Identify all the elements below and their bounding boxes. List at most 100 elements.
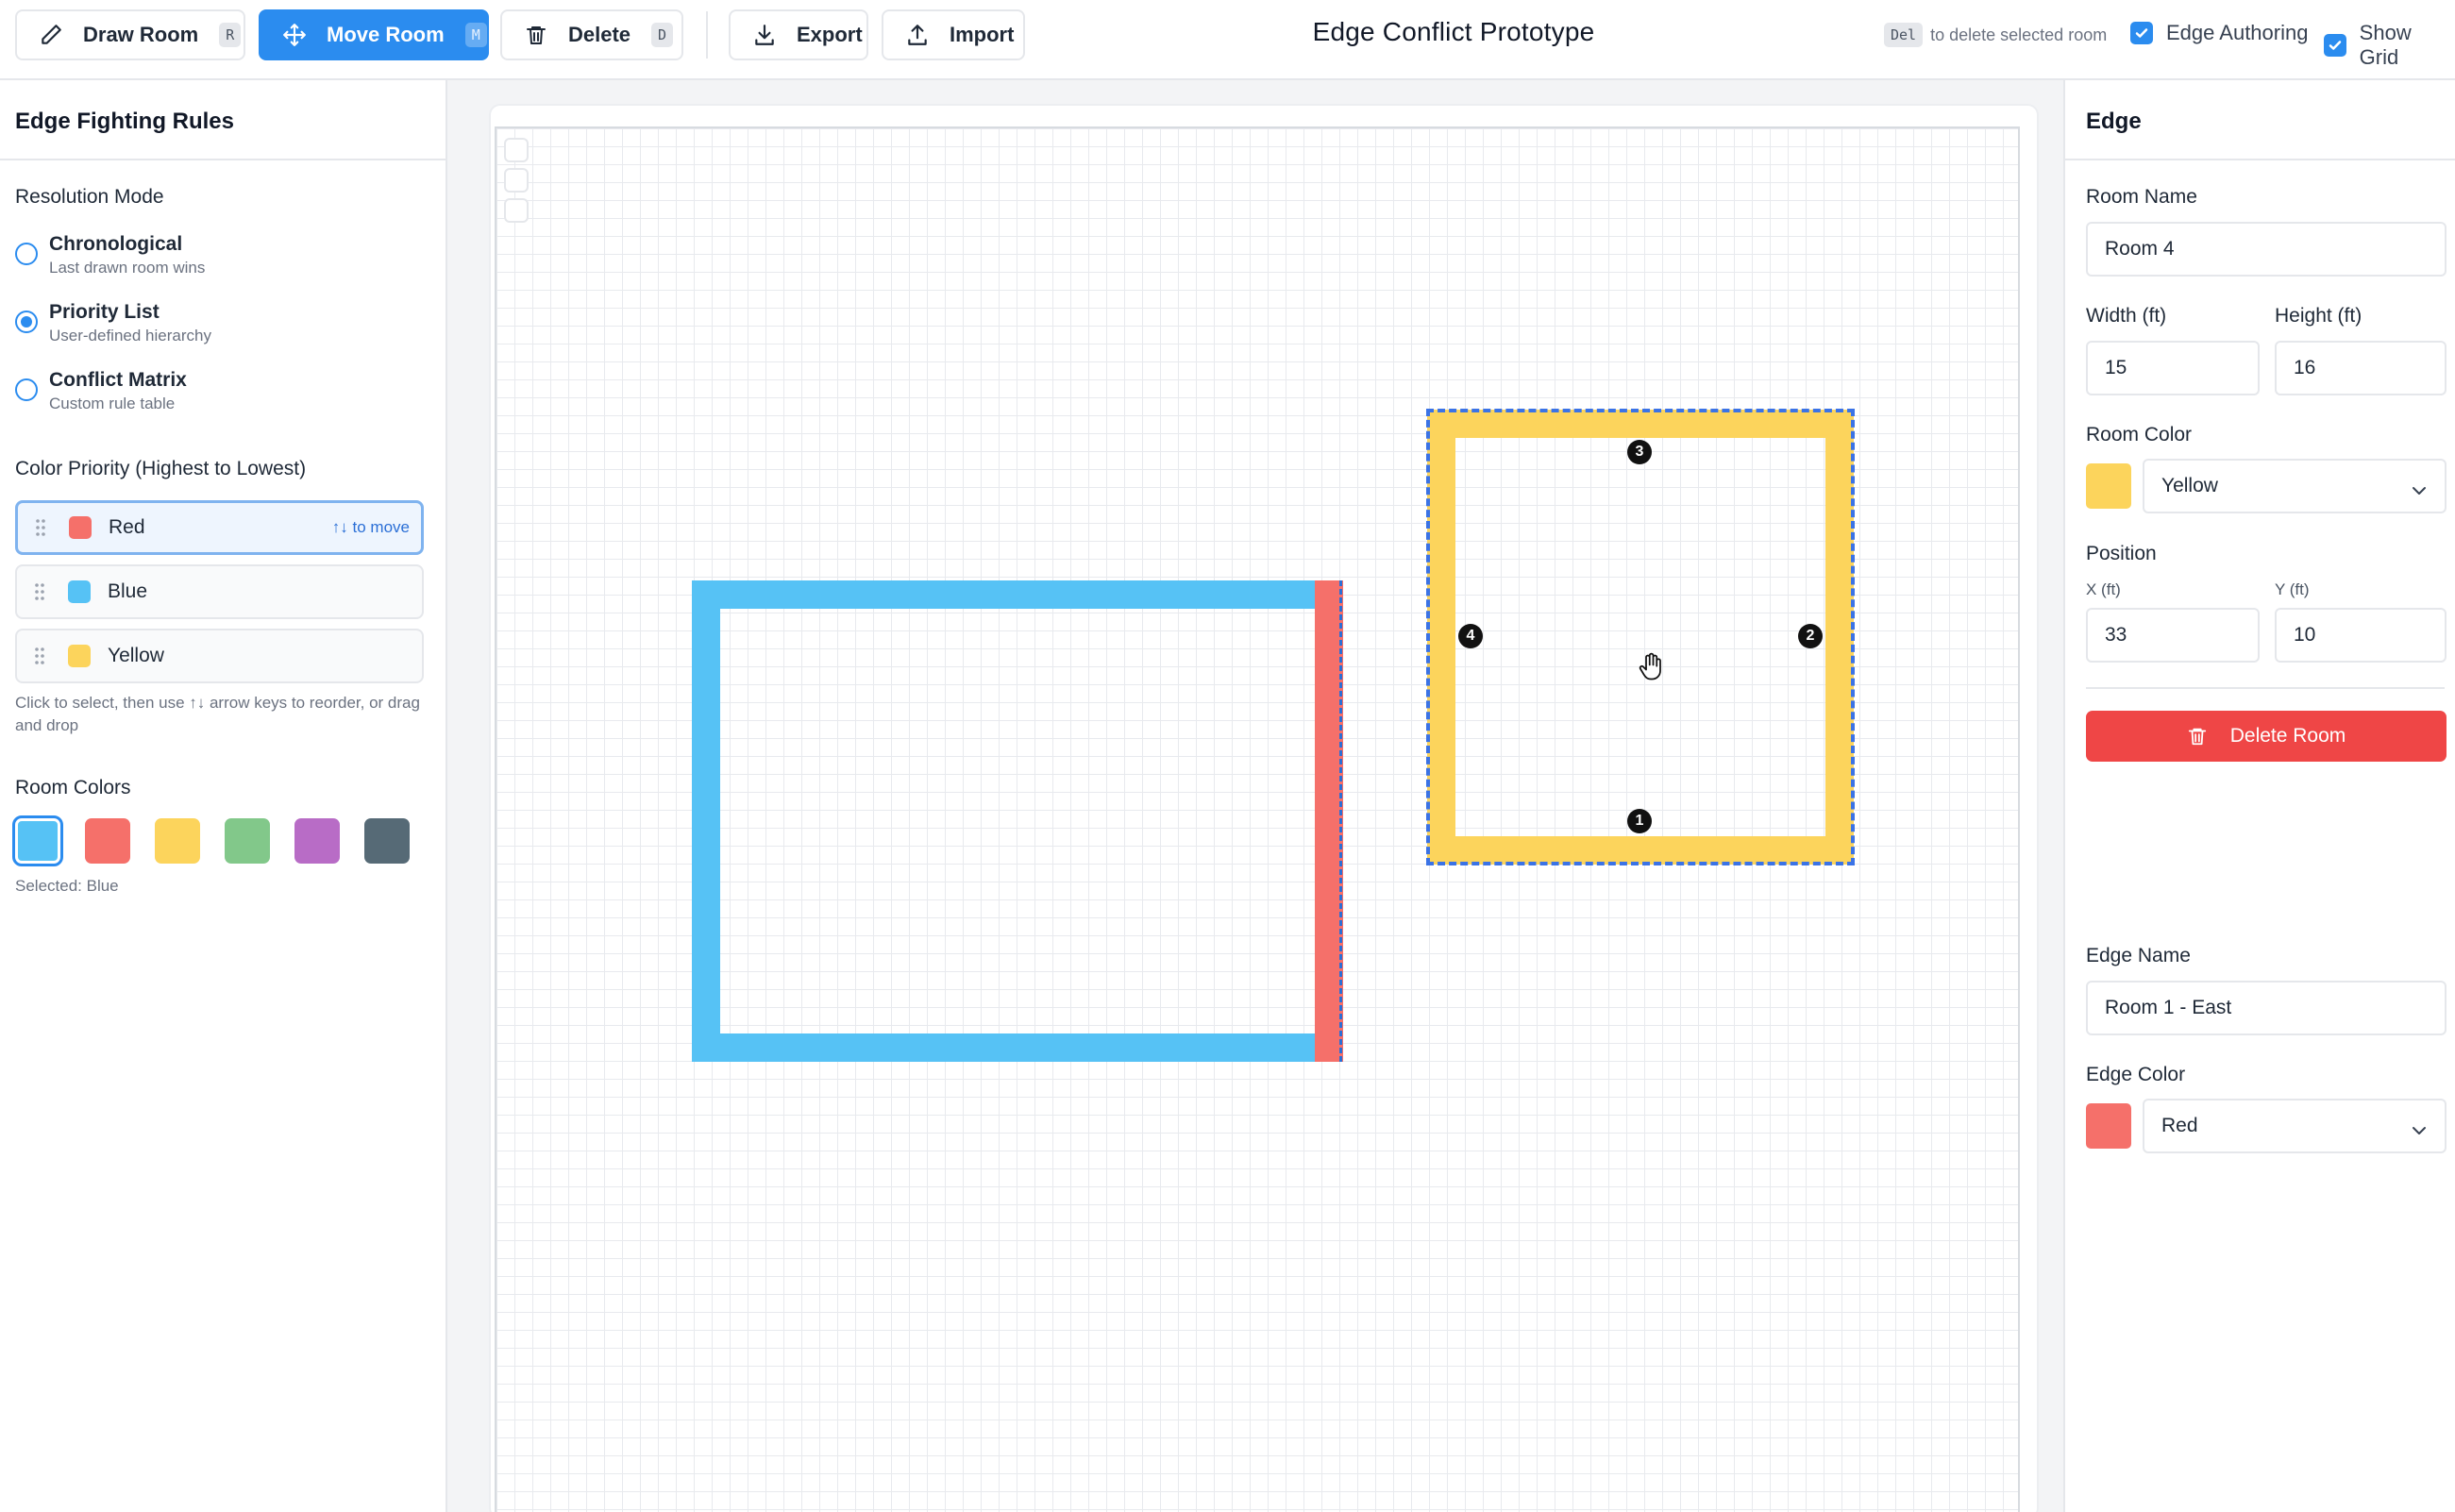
edge-badge-west[interactable]: 4: [1458, 624, 1483, 648]
priority-label: Yellow: [108, 645, 164, 666]
room-color-green[interactable]: [225, 818, 270, 864]
position-label: Position: [2086, 543, 2157, 564]
x-label: X (ft): [2086, 580, 2121, 598]
draw-room-button[interactable]: Draw Room R: [15, 9, 245, 60]
room-color-red[interactable]: [85, 818, 130, 864]
delete-hint: Del to delete selected room: [1884, 23, 2107, 47]
mode-option-priority-list[interactable]: Priority List User-defined hierarchy: [15, 299, 211, 346]
upload-icon: [902, 20, 933, 50]
panel-divider: [0, 159, 446, 160]
export-button[interactable]: Export: [729, 9, 868, 60]
drag-handle-icon[interactable]: [35, 518, 48, 537]
delete-hint-key: Del: [1884, 23, 1924, 47]
edge-color-preview: [2086, 1103, 2131, 1149]
pencil-icon: [36, 20, 66, 50]
priority-item-red[interactable]: Red ↑↓ to move: [15, 500, 424, 555]
hand-cursor-icon: [1637, 651, 1665, 683]
show-grid-label: Show Grid: [2359, 21, 2412, 69]
room-color-select[interactable]: Yellow: [2143, 459, 2447, 513]
delete-tool-shortcut: D: [651, 23, 674, 47]
chevron-down-icon: [2411, 479, 2428, 502]
edge-name-input[interactable]: [2086, 981, 2447, 1035]
properties-divider: [2086, 687, 2445, 689]
canvas-mini-control[interactable]: [504, 168, 529, 193]
draw-room-label: Draw Room: [83, 23, 199, 46]
mode-option-chronological[interactable]: Chronological Last drawn room wins: [15, 231, 205, 278]
chevron-down-icon: [2411, 1119, 2428, 1142]
check-icon: [2329, 41, 2342, 50]
room-colors-title: Room Colors: [15, 777, 131, 798]
priority-item-yellow[interactable]: Yellow: [15, 629, 424, 683]
room-color-preview: [2086, 463, 2131, 509]
room-color-yellow[interactable]: [155, 818, 200, 864]
radio-button[interactable]: [15, 243, 38, 265]
app-title: Edge Conflict Prototype: [1312, 17, 1595, 46]
edge-authoring-toggle[interactable]: Edge Authoring: [2130, 21, 2308, 45]
mode-label: Priority List: [49, 301, 160, 323]
panel-divider: [2065, 159, 2455, 160]
mode-label: Chronological: [49, 233, 183, 255]
show-grid-checkbox[interactable]: [2324, 34, 2346, 57]
toolbar-divider: [706, 11, 708, 59]
color-swatch: [68, 645, 91, 667]
room-1[interactable]: [692, 580, 1343, 1062]
drag-handle-icon[interactable]: [34, 647, 47, 665]
mode-option-conflict-matrix[interactable]: Conflict Matrix Custom rule table: [15, 367, 187, 414]
export-label: Export: [797, 23, 863, 46]
priority-item-blue[interactable]: Blue: [15, 564, 424, 619]
edge-authoring-checkbox[interactable]: [2130, 22, 2153, 44]
radio-button[interactable]: [15, 378, 38, 401]
color-swatch: [68, 580, 91, 603]
mode-desc: Custom rule table: [49, 395, 176, 412]
room-color-blue[interactable]: [12, 815, 63, 866]
properties-panel-title: Edge: [2086, 109, 2142, 134]
canvas-mini-control[interactable]: [504, 198, 529, 223]
edge-color-select[interactable]: Red: [2143, 1099, 2447, 1153]
y-input[interactable]: [2275, 608, 2447, 663]
edge-color-label: Edge Color: [2086, 1064, 2186, 1085]
room-color-value: Yellow: [2161, 475, 2218, 496]
move-arrows-icon: [279, 20, 310, 50]
edge-authoring-label: Edge Authoring: [2166, 21, 2309, 44]
room-name-input[interactable]: [2086, 222, 2447, 277]
check-icon: [2135, 28, 2148, 38]
room-color-slate[interactable]: [364, 818, 410, 864]
radio-button-checked[interactable]: [15, 311, 38, 333]
delete-room-button[interactable]: Delete Room: [2086, 711, 2447, 762]
drag-handle-icon[interactable]: [34, 582, 47, 601]
toolbar: Draw Room R Move Room M Delete D Export …: [0, 0, 2455, 80]
color-swatch: [69, 516, 92, 539]
room-name-label: Room Name: [2086, 186, 2197, 208]
width-label: Width (ft): [2086, 305, 2167, 327]
mode-desc: Last drawn room wins: [49, 259, 206, 277]
show-grid-toggle[interactable]: Show Grid: [2324, 21, 2455, 70]
room-color-label: Room Color: [2086, 424, 2193, 445]
room-selection-outline: [1426, 409, 1855, 865]
width-input[interactable]: [2086, 341, 2260, 395]
edge-badge-east[interactable]: 2: [1798, 624, 1823, 648]
canvas-mini-control[interactable]: [504, 138, 529, 162]
priority-label: Red: [109, 516, 145, 538]
selected-color-text: Selected: Blue: [15, 877, 119, 895]
rules-panel-title: Edge Fighting Rules: [15, 109, 234, 134]
y-label: Y (ft): [2275, 580, 2310, 598]
move-room-shortcut: M: [464, 23, 487, 47]
x-input[interactable]: [2086, 608, 2260, 663]
trash-icon: [2187, 725, 2208, 748]
edge-badge-south[interactable]: 1: [1627, 809, 1652, 833]
draw-room-shortcut: R: [219, 23, 242, 47]
rules-panel: Edge Fighting Rules Resolution Mode Chro…: [0, 80, 447, 1512]
delete-room-label: Delete Room: [2229, 725, 2346, 747]
move-room-button[interactable]: Move Room M: [259, 9, 489, 60]
edge-badge-north[interactable]: 3: [1627, 440, 1652, 464]
trash-icon: [521, 20, 551, 50]
delete-tool-button[interactable]: Delete D: [500, 9, 683, 60]
height-input[interactable]: [2275, 341, 2447, 395]
height-label: Height (ft): [2275, 305, 2363, 327]
delete-hint-text: to delete selected room: [1930, 25, 2108, 44]
download-icon: [749, 20, 780, 50]
room-color-purple[interactable]: [294, 818, 340, 864]
edge-name-label: Edge Name: [2086, 945, 2191, 966]
import-button[interactable]: Import: [882, 9, 1025, 60]
priority-label: Blue: [108, 580, 148, 602]
